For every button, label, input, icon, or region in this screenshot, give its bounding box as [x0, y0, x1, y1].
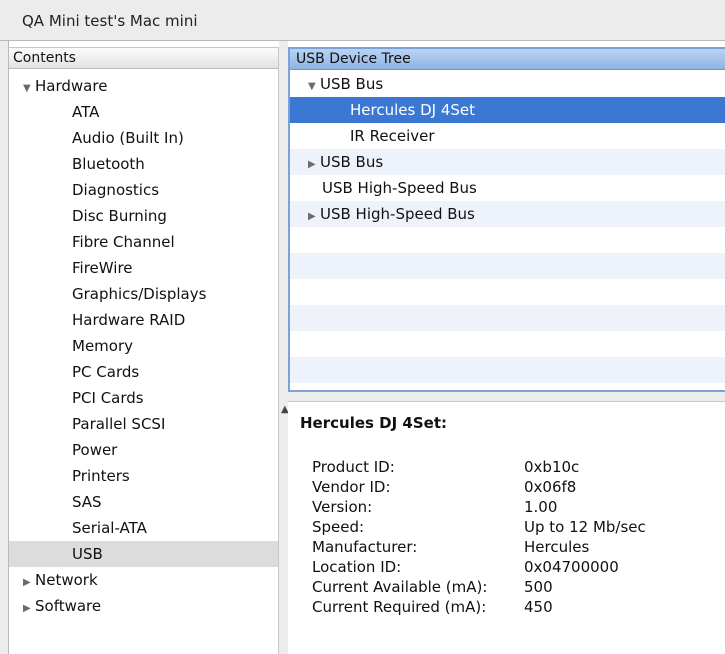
window-titlebar: QA Mini test's Mac mini — [0, 0, 725, 41]
sidebar-item-label: Printers — [72, 467, 130, 485]
horizontal-split-divider[interactable] — [288, 392, 725, 402]
sidebar-item-software[interactable]: ▶ Software — [9, 593, 278, 619]
tree-item-usb-bus[interactable]: ▶ USB Bus — [290, 149, 725, 175]
sidebar-item-network[interactable]: ▶ Network — [9, 567, 278, 593]
sidebar-item-graphics-displays[interactable]: Graphics/Displays — [9, 281, 278, 307]
tree-empty-row — [290, 305, 725, 331]
sidebar-item-label: Software — [35, 597, 102, 615]
sidebar-item-label: Serial-ATA — [72, 519, 147, 537]
property-row: Current Required (mA): 450 — [312, 598, 722, 616]
property-row: Product ID: 0xb10c — [312, 458, 722, 476]
sidebar-item-power[interactable]: Power — [9, 437, 278, 463]
contents-sidebar: Contents ▼ Hardware ATA Audio (Built In) Blu… — [9, 47, 279, 654]
tree-item-label: USB Bus — [320, 153, 384, 171]
property-value: Up to 12 Mb/sec — [524, 518, 646, 536]
sidebar-item-firewire[interactable]: FireWire — [9, 255, 278, 281]
tree-empty-row — [290, 253, 725, 279]
property-row: Speed: Up to 12 Mb/sec — [312, 518, 722, 536]
tree-item-label: USB High-Speed Bus — [320, 205, 475, 223]
sidebar-header: Contents — [9, 47, 278, 69]
sidebar-item-label: Memory — [72, 337, 134, 355]
sidebar-item-label: Bluetooth — [72, 155, 145, 173]
property-key: Version: — [312, 498, 373, 516]
sidebar-item-pci-cards[interactable]: PCI Cards — [9, 385, 278, 411]
property-value: Hercules — [524, 538, 590, 556]
tree-empty-row — [290, 227, 725, 253]
tree-item-label: USB High-Speed Bus — [322, 179, 477, 197]
sidebar-item-printers[interactable]: Printers — [9, 463, 278, 489]
property-key: Location ID: — [312, 558, 402, 576]
device-tree-header: USB Device Tree — [290, 49, 725, 70]
property-row: Current Available (mA): 500 — [312, 578, 722, 596]
property-key: Manufacturer: — [312, 538, 418, 556]
device-detail-panel: Hercules DJ 4Set: Product ID: 0xb10c Vendo… — [288, 402, 725, 654]
property-value: 0xb10c — [524, 458, 580, 476]
property-row: Version: 1.00 — [312, 498, 722, 516]
property-key: Product ID: — [312, 458, 395, 476]
tree-item-label: IR Receiver — [350, 127, 435, 145]
sidebar-item-hardware-raid[interactable]: Hardware RAID — [9, 307, 278, 333]
sidebar-item-hardware[interactable]: ▼ Hardware — [9, 73, 278, 99]
tree-item-usb-bus[interactable]: ▼ USB Bus — [290, 71, 725, 97]
sidebar-item-label: USB — [72, 545, 103, 563]
sidebar-item-fibre-channel[interactable]: Fibre Channel — [9, 229, 278, 255]
tree-item-label: USB Bus — [320, 75, 384, 93]
property-row: Location ID: 0x04700000 — [312, 558, 722, 576]
sidebar-item-label: Power — [72, 441, 118, 459]
sidebar-item-memory[interactable]: Memory — [9, 333, 278, 359]
sidebar-item-label: FireWire — [72, 259, 133, 277]
window-frame-edge — [0, 41, 9, 654]
property-value: 0x06f8 — [524, 478, 577, 496]
sidebar-item-label: Graphics/Displays — [72, 285, 207, 303]
sidebar-item-serial-ata[interactable]: Serial-ATA — [9, 515, 278, 541]
sidebar-item-label: Diagnostics — [72, 181, 160, 199]
usb-device-tree-panel: USB Device Tree ▼ USB Bus Hercules DJ 4Set… — [288, 47, 725, 392]
sidebar-item-pc-cards[interactable]: PC Cards — [9, 359, 278, 385]
property-row: Vendor ID: 0x06f8 — [312, 478, 722, 496]
property-value: 450 — [524, 598, 553, 616]
sidebar-item-label: PC Cards — [72, 363, 140, 381]
sidebar-item-usb[interactable]: USB — [9, 541, 278, 567]
sidebar-item-label: Hardware RAID — [72, 311, 186, 329]
sidebar-item-label: Fibre Channel — [72, 233, 175, 251]
sidebar-item-sas[interactable]: SAS — [9, 489, 278, 515]
property-value: 500 — [524, 578, 553, 596]
property-key: Current Available (mA): — [312, 578, 488, 596]
sidebar-item-disc-burning[interactable]: Disc Burning — [9, 203, 278, 229]
detail-title: Hercules DJ 4Set: — [300, 414, 447, 432]
sidebar-item-audio-built-in[interactable]: Audio (Built In) — [9, 125, 278, 151]
sidebar-item-parallel-scsi[interactable]: Parallel SCSI — [9, 411, 278, 437]
tree-empty-row — [290, 357, 725, 383]
sidebar-item-label: Disc Burning — [72, 207, 167, 225]
tree-empty-row — [290, 279, 725, 305]
sidebar-item-label: Audio (Built In) — [72, 129, 184, 147]
property-row: Manufacturer: Hercules — [312, 538, 722, 556]
sidebar-item-diagnostics[interactable]: Diagnostics — [9, 177, 278, 203]
property-key: Speed: — [312, 518, 365, 536]
sidebar-item-label: Network — [35, 571, 98, 589]
property-key: Vendor ID: — [312, 478, 391, 496]
sidebar-item-label: Parallel SCSI — [72, 415, 166, 433]
tree-item-hercules-dj-4set[interactable]: Hercules DJ 4Set — [290, 97, 725, 123]
property-value: 1.00 — [524, 498, 558, 516]
vertical-split-divider[interactable] — [279, 41, 288, 654]
tree-item-usb-high-speed-bus[interactable]: USB High-Speed Bus — [290, 175, 725, 201]
sidebar-item-bluetooth[interactable]: Bluetooth — [9, 151, 278, 177]
sidebar-item-label: PCI Cards — [72, 389, 144, 407]
tree-item-ir-receiver[interactable]: IR Receiver — [290, 123, 725, 149]
sidebar-item-label: Hardware — [35, 77, 108, 95]
sidebar-item-label: SAS — [72, 493, 102, 511]
property-key: Current Required (mA): — [312, 598, 487, 616]
disclosure-triangle-right-icon[interactable]: ▶ — [23, 596, 35, 622]
property-value: 0x04700000 — [524, 558, 619, 576]
tree-empty-row — [290, 331, 725, 357]
sidebar-item-label: ATA — [72, 103, 100, 121]
sidebar-item-ata[interactable]: ATA — [9, 99, 278, 125]
tree-item-usb-high-speed-bus[interactable]: ▶ USB High-Speed Bus — [290, 201, 725, 227]
tree-item-label: Hercules DJ 4Set — [350, 101, 475, 119]
window-title: QA Mini test's Mac mini — [22, 12, 198, 30]
